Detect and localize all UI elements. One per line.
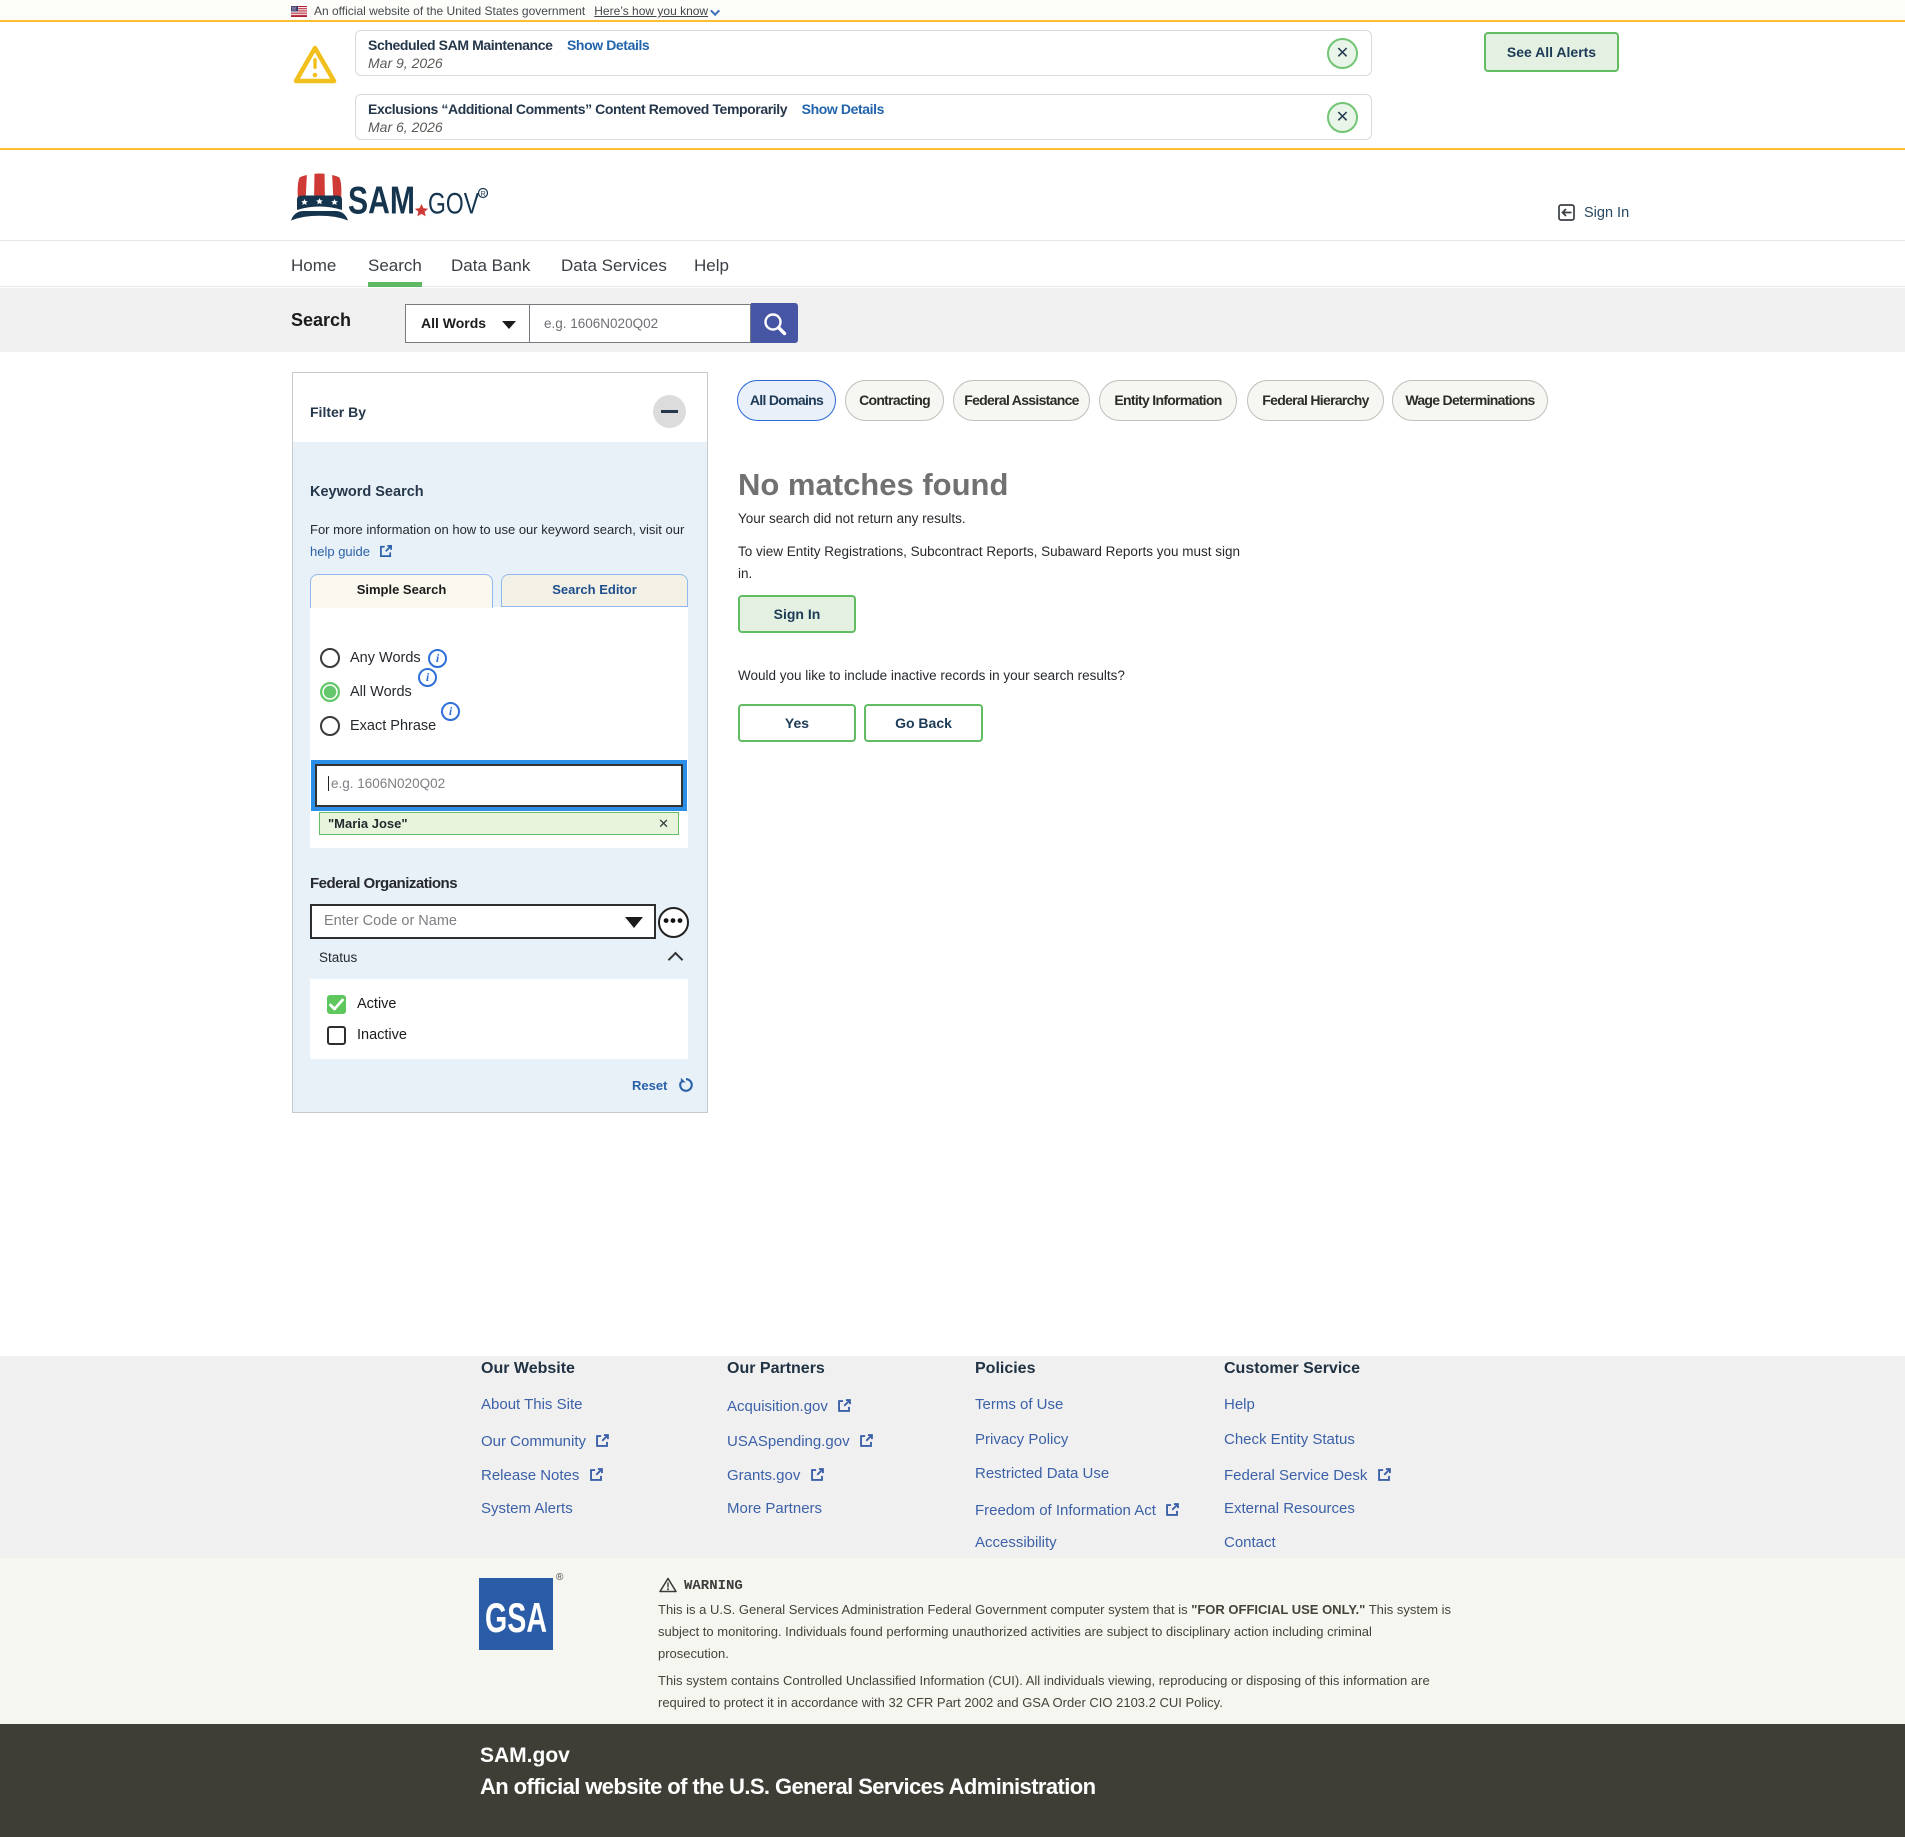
svg-text:SAM: SAM [348, 180, 415, 223]
svg-text:GSA: GSA [485, 1594, 547, 1641]
svg-text:GOV: GOV [428, 188, 479, 221]
svg-text:R: R [481, 191, 486, 198]
